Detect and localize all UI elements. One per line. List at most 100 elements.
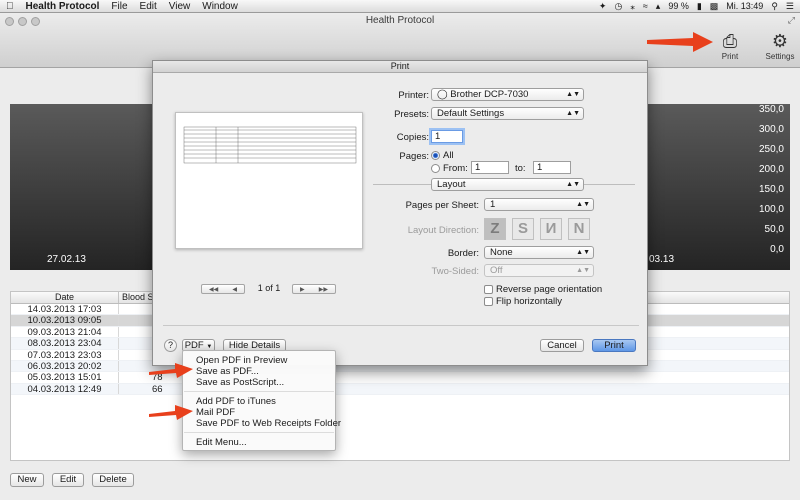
date-cell: 05.03.2013 15:01 (11, 372, 119, 383)
presets-value: Default Settings (437, 108, 505, 119)
menu-item-save-as-postscript[interactable]: Save as PostScript... (196, 377, 284, 388)
menu-bar:  Health Protocol File Edit View Window … (0, 0, 800, 13)
settings-toolbar-label: Settings (765, 52, 795, 61)
reverse-orientation-label: Reverse page orientation (496, 284, 603, 295)
menu-item-save-as-pdf[interactable]: Save as PDF... (196, 366, 259, 377)
menu-view[interactable]: View (163, 1, 197, 12)
layout-direction-z-icon[interactable]: Z (484, 218, 506, 240)
menu-item-open-pdf-in-preview[interactable]: Open PDF in Preview (196, 355, 287, 366)
annotation-arrow-mail-pdf (149, 405, 193, 420)
pages-label: Pages: (399, 151, 429, 162)
pages-per-sheet-value: 1 (490, 199, 496, 210)
menu-item-mail-pdf[interactable]: Mail PDF (196, 407, 235, 418)
help-button[interactable]: ? (164, 339, 177, 352)
menu-item-add-pdf-to-itunes[interactable]: Add PDF to iTunes (196, 396, 276, 407)
edit-button[interactable]: Edit (52, 473, 84, 487)
keyboard-icon[interactable]: ▩ (710, 1, 719, 12)
y-tick-label: 0,0 (770, 244, 784, 255)
settings-toolbar-button[interactable]: ⚙ Settings (760, 30, 800, 62)
page-indicator: 1 of 1 (257, 283, 281, 293)
copies-label: Copies: (396, 132, 429, 143)
updown-arrows-icon: ▲▼ (576, 267, 590, 274)
apple-icon[interactable]:  (0, 1, 20, 12)
y-tick-label: 200,0 (758, 164, 784, 175)
y-tick-label: 250,0 (758, 144, 784, 155)
two-sided-select[interactable]: Off ▲▼ (484, 264, 594, 277)
copies-field[interactable]: 1 (431, 130, 463, 143)
fullscreen-icon[interactable]: ⤢ (788, 15, 795, 26)
preview-first-prev-buttons[interactable]: ◀◀ ◀ (201, 284, 245, 294)
menu-item-edit-menu[interactable]: Edit Menu... (196, 437, 247, 448)
table-row[interactable]: 04.03.2013 12:49 66 (11, 383, 789, 396)
print-dialog-title: Print (153, 61, 647, 73)
border-select[interactable]: None ▲▼ (484, 246, 594, 259)
bottom-divider (163, 325, 639, 326)
section-select[interactable]: Layout ▲▼ (431, 178, 584, 191)
updown-arrows-icon: ▲▼ (576, 201, 590, 208)
pages-per-sheet-select[interactable]: 1 ▲▼ (484, 198, 594, 211)
bluetooth-icon[interactable]: ⁎ (630, 1, 635, 12)
column-header-date[interactable]: Date (11, 292, 119, 303)
pages-from-label: From: (443, 163, 468, 174)
y-tick-label: 150,0 (758, 184, 784, 195)
date-cell: 04.03.2013 12:49 (11, 383, 119, 395)
pages-all-label: All (443, 150, 454, 161)
window-title: Health Protocol (365, 15, 435, 26)
cancel-button[interactable]: Cancel (540, 339, 584, 352)
updown-arrows-icon: ▲▼ (576, 249, 590, 256)
gear-icon: ⚙ (771, 30, 789, 51)
presets-label: Presets: (394, 109, 429, 120)
updown-arrows-icon: ▲▼ (566, 110, 580, 117)
flip-horizontally-checkbox[interactable] (484, 297, 493, 306)
menu-item-save-pdf-to-web-receipts[interactable]: Save PDF to Web Receipts Folder (196, 418, 341, 429)
flip-horizontally-label: Flip horizontally (496, 296, 562, 307)
date-cell: 10.03.2013 09:05 (11, 315, 119, 326)
reverse-orientation-checkbox[interactable] (484, 285, 493, 294)
pages-range-radio[interactable] (431, 164, 440, 173)
y-tick-label: 350,0 (758, 104, 784, 115)
volume-icon[interactable]: ▴ (656, 1, 661, 12)
time-machine-icon[interactable]: ◷ (614, 1, 622, 12)
layout-direction-s-icon[interactable]: S (512, 218, 534, 240)
layout-direction-n-mirrored-icon[interactable]: И (540, 218, 562, 240)
date-cell: 07.03.2013 23:03 (11, 349, 119, 360)
print-toolbar-button[interactable]: ⎙ Print (710, 30, 750, 62)
menu-edit[interactable]: Edit (134, 1, 163, 12)
pdf-dropdown-menu: Open PDF in Preview Save as PDF... Save … (182, 350, 341, 451)
clock-text[interactable]: Mi. 13:49 (726, 1, 763, 11)
menu-app-name[interactable]: Health Protocol (20, 1, 106, 12)
pages-from-field[interactable]: 1 (471, 161, 509, 174)
printer-select[interactable]: ◯ Brother DCP-7030 ▲▼ (431, 88, 584, 101)
annotation-arrow-save-as-pdf (149, 363, 193, 378)
two-sided-label: Two-Sided: (431, 266, 479, 277)
notification-icon[interactable]: ☰ (786, 1, 794, 12)
dropbox-icon[interactable]: ✦ (599, 1, 607, 12)
printer-icon: ⎙ (722, 30, 738, 51)
delete-button[interactable]: Delete (92, 473, 134, 487)
table-row[interactable]: 05.03.2013 15:01 78 (11, 372, 789, 384)
y-tick-label: 100,0 (758, 204, 784, 215)
print-toolbar-label: Print (721, 52, 739, 61)
pages-to-field[interactable]: 1 (533, 161, 571, 174)
updown-arrows-icon: ▲▼ (566, 181, 580, 188)
printer-label: Printer: (398, 90, 429, 101)
presets-select[interactable]: Default Settings ▲▼ (431, 107, 584, 120)
two-sided-value: Off (490, 265, 503, 276)
preview-page-drawing (183, 126, 357, 164)
new-button[interactable]: New (10, 473, 44, 487)
annotation-arrow-print (647, 32, 713, 52)
pages-per-sheet-label: Pages per Sheet: (405, 200, 479, 211)
battery-icon[interactable]: ▮ (697, 1, 702, 12)
x-tick-label: 03.13 (649, 254, 675, 265)
menu-file[interactable]: File (105, 1, 133, 12)
layout-direction-n-icon[interactable]: N (568, 218, 590, 240)
border-value: None (490, 247, 513, 258)
wifi-icon[interactable]: ≈ (643, 1, 648, 11)
menu-window[interactable]: Window (196, 1, 244, 12)
battery-text[interactable]: 99 % (668, 1, 689, 11)
spotlight-icon[interactable]: ⚲ (771, 1, 778, 12)
date-cell: 06.03.2013 20:02 (11, 360, 119, 372)
print-button[interactable]: Print (592, 339, 636, 352)
pages-all-radio[interactable] (431, 151, 440, 160)
preview-next-last-buttons[interactable]: ▶ ▶▶ (292, 284, 336, 294)
